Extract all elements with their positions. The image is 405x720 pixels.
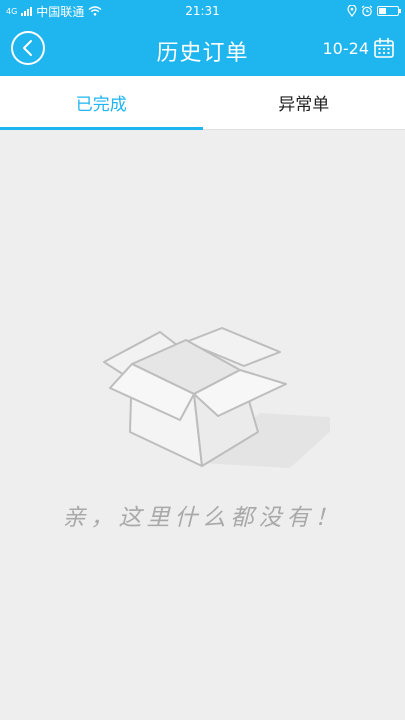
calendar-icon bbox=[374, 37, 394, 58]
empty-box-icon bbox=[103, 327, 330, 468]
date-label: 10-24 bbox=[322, 38, 370, 58]
tab-abnormal-label: 异常单 bbox=[278, 95, 330, 115]
wifi-icon bbox=[88, 6, 102, 16]
tab-completed-label: 已完成 bbox=[75, 95, 127, 115]
signal-icon bbox=[21, 6, 33, 16]
app-bar: 历史订单 10-24 bbox=[0, 22, 405, 76]
tab-abnormal[interactable]: 异常单 bbox=[203, 76, 405, 129]
tab-completed[interactable]: 已完成 bbox=[0, 76, 203, 130]
status-bar: 4G 中国联通 21:31 bbox=[0, 0, 405, 22]
status-right bbox=[347, 5, 401, 17]
status-left: 4G 中国联通 bbox=[6, 3, 102, 20]
empty-message: 亲，这里什么都没有！ bbox=[62, 505, 343, 531]
battery-icon bbox=[377, 6, 401, 16]
location-icon bbox=[347, 5, 357, 17]
alarm-icon bbox=[361, 5, 373, 17]
tab-bar: 已完成 异常单 bbox=[0, 76, 405, 130]
carrier-name: 中国联通 bbox=[36, 4, 85, 19]
screen: 4G 中国联通 21:31 历史订单 10-24 已完成 异常单 亲，这里什么都… bbox=[0, 0, 405, 720]
date-picker[interactable]: 10-24 bbox=[323, 37, 396, 59]
network-type: 4G bbox=[6, 6, 18, 16]
